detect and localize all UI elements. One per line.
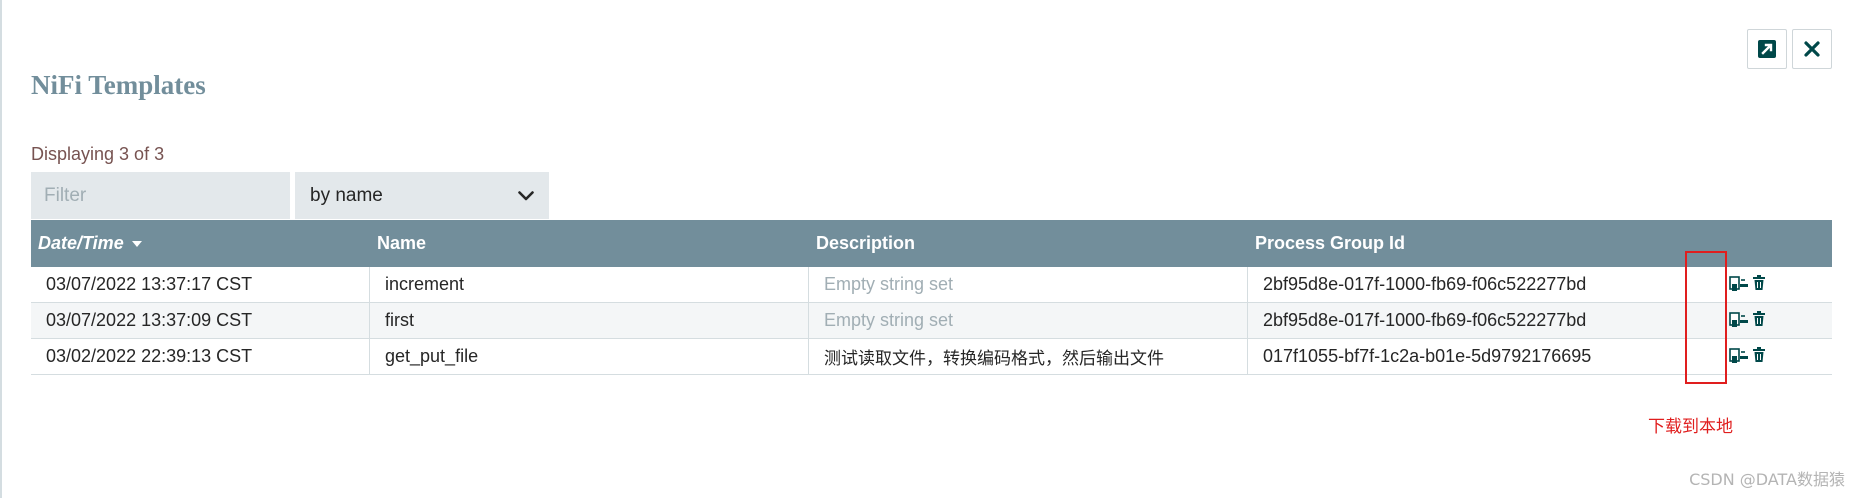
- column-header-process-group-id[interactable]: Process Group Id: [1248, 233, 1687, 254]
- cell-name: increment: [370, 267, 809, 302]
- trash-icon[interactable]: [1752, 275, 1766, 291]
- cell-datetime: 03/07/2022 13:37:09 CST: [31, 303, 370, 338]
- download-template-icon[interactable]: [1729, 312, 1749, 330]
- open-in-new-button[interactable]: [1747, 29, 1787, 69]
- cell-description: 测试读取文件，转换编码格式，然后输出文件: [809, 339, 1248, 374]
- download-template-icon[interactable]: [1729, 348, 1749, 366]
- displaying-count: Displaying 3 of 3: [31, 144, 165, 164]
- cell-description: Empty string set: [809, 267, 1248, 302]
- trash-icon[interactable]: [1752, 311, 1766, 327]
- sort-down-icon: [131, 240, 142, 247]
- filter-by-select[interactable]: by name: [295, 172, 549, 219]
- cell-process-group-id: 2bf95d8e-017f-1000-fb69-f06c522277bd: [1248, 303, 1687, 338]
- trash-icon[interactable]: [1752, 347, 1766, 363]
- cell-datetime: 03/07/2022 13:37:17 CST: [31, 267, 370, 302]
- close-dialog-button[interactable]: [1792, 29, 1832, 69]
- table-row[interactable]: 03/07/2022 13:37:09 CST first Empty stri…: [31, 303, 1832, 339]
- chevron-down-icon: [518, 190, 534, 200]
- cell-process-group-id: 2bf95d8e-017f-1000-fb69-f06c522277bd: [1248, 267, 1687, 302]
- external-link-icon: [1758, 40, 1776, 58]
- table-header: Date/Time Name Description Process Group…: [31, 220, 1832, 267]
- annotation-label: 下载到本地: [1648, 417, 1733, 437]
- cell-process-group-id: 017f1055-bf7f-1c2a-b01e-5d9792176695: [1248, 339, 1687, 374]
- annotation-highlight-box: [1685, 251, 1727, 384]
- filter-by-label: by name: [310, 184, 383, 206]
- column-header-name[interactable]: Name: [370, 233, 809, 254]
- column-header-description[interactable]: Description: [809, 233, 1248, 254]
- left-edge-divider: [0, 0, 2, 498]
- templates-table: Date/Time Name Description Process Group…: [31, 220, 1832, 375]
- cell-datetime: 03/02/2022 22:39:13 CST: [31, 339, 370, 374]
- filter-input[interactable]: [31, 172, 290, 219]
- column-header-datetime[interactable]: Date/Time: [31, 233, 370, 254]
- cell-description: Empty string set: [809, 303, 1248, 338]
- cell-name: get_put_file: [370, 339, 809, 374]
- cell-name: first: [370, 303, 809, 338]
- close-icon: [1804, 41, 1820, 57]
- watermark: CSDN @DATA数据猿: [1689, 470, 1845, 489]
- table-row[interactable]: 03/02/2022 22:39:13 CST get_put_file 测试读…: [31, 339, 1832, 375]
- table-row[interactable]: 03/07/2022 13:37:17 CST increment Empty …: [31, 267, 1832, 303]
- dialog-title: NiFi Templates: [31, 70, 206, 100]
- download-template-icon[interactable]: [1729, 276, 1749, 294]
